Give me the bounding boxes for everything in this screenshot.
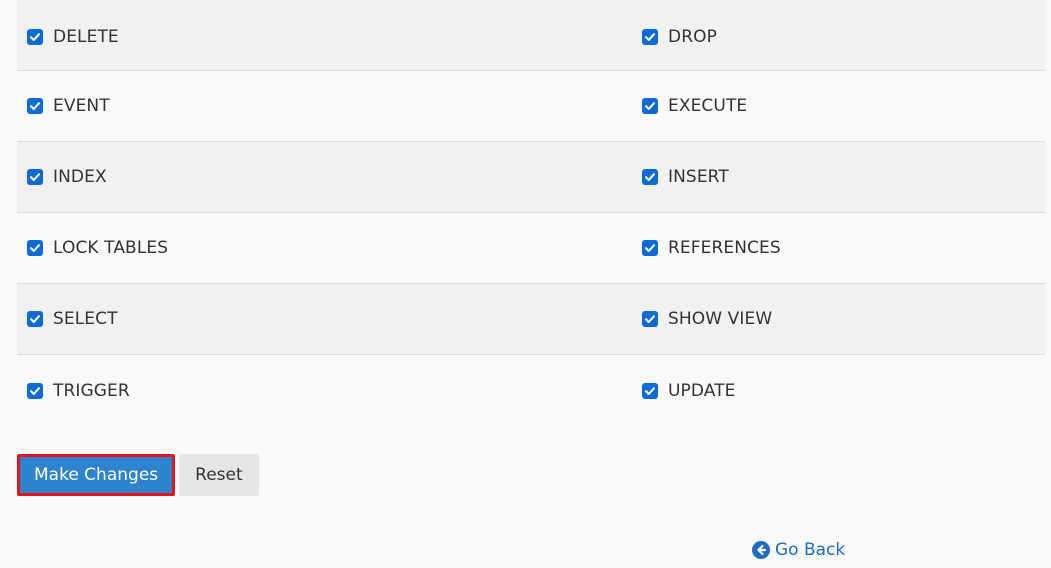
table-row: LOCK TABLES REFERENCES [17, 213, 1045, 284]
privilege-cell: INSERT [632, 142, 1045, 212]
checkbox-drop[interactable] [642, 28, 658, 45]
checkbox-insert[interactable] [642, 169, 658, 185]
privilege-cell: LOCK TABLES [17, 213, 632, 283]
table-row: SELECT SHOW VIEW [17, 284, 1045, 355]
privilege-label: REFERENCES [668, 238, 781, 258]
privilege-label: INSERT [668, 167, 729, 187]
circle-arrow-left-icon [752, 541, 770, 559]
checkbox-trigger[interactable] [27, 382, 43, 399]
form-actions: Make Changes Reset [17, 454, 259, 496]
privilege-cell: SHOW VIEW [632, 284, 1045, 354]
checkbox-select[interactable] [27, 311, 43, 327]
privilege-label: DELETE [53, 26, 119, 47]
table-row: TRIGGER UPDATE [17, 355, 1045, 426]
privilege-cell: EVENT [17, 71, 632, 141]
privilege-label: TRIGGER [53, 380, 130, 401]
privilege-cell: EXECUTE [632, 71, 1045, 141]
privilege-label: EVENT [53, 96, 110, 116]
table-row: DELETE DROP [17, 0, 1045, 71]
checkbox-delete[interactable] [27, 28, 43, 45]
privilege-cell: UPDATE [632, 355, 1045, 426]
make-changes-button[interactable]: Make Changes [17, 454, 176, 496]
privilege-label: SHOW VIEW [668, 309, 773, 329]
table-row: EVENT EXECUTE [17, 71, 1045, 142]
privilege-cell: SELECT [17, 284, 632, 354]
privilege-label: UPDATE [668, 380, 736, 401]
checkbox-show-view[interactable] [642, 311, 658, 327]
privilege-cell: REFERENCES [632, 213, 1045, 283]
go-back-label: Go Back [775, 540, 846, 560]
privilege-cell: INDEX [17, 142, 632, 212]
privilege-label: SELECT [53, 309, 118, 329]
privilege-cell: DELETE [17, 3, 632, 70]
checkbox-lock-tables[interactable] [27, 240, 43, 256]
checkbox-references[interactable] [642, 240, 658, 256]
privilege-label: DROP [668, 26, 717, 47]
privilege-cell: DROP [632, 3, 1045, 70]
privilege-label: INDEX [53, 167, 107, 187]
checkbox-index[interactable] [27, 169, 43, 185]
checkbox-event[interactable] [27, 98, 43, 114]
go-back-link[interactable]: Go Back [752, 540, 845, 560]
checkbox-execute[interactable] [642, 98, 658, 114]
checkbox-update[interactable] [642, 382, 658, 399]
privilege-label: LOCK TABLES [53, 238, 169, 258]
reset-button[interactable]: Reset [179, 454, 259, 496]
table-row: INDEX INSERT [17, 142, 1045, 213]
privilege-label: EXECUTE [668, 96, 748, 116]
privilege-cell: TRIGGER [17, 355, 632, 426]
privileges-table: DELETE DROP EVENT EXECUTE INDEX INSERT L… [17, 0, 1045, 426]
